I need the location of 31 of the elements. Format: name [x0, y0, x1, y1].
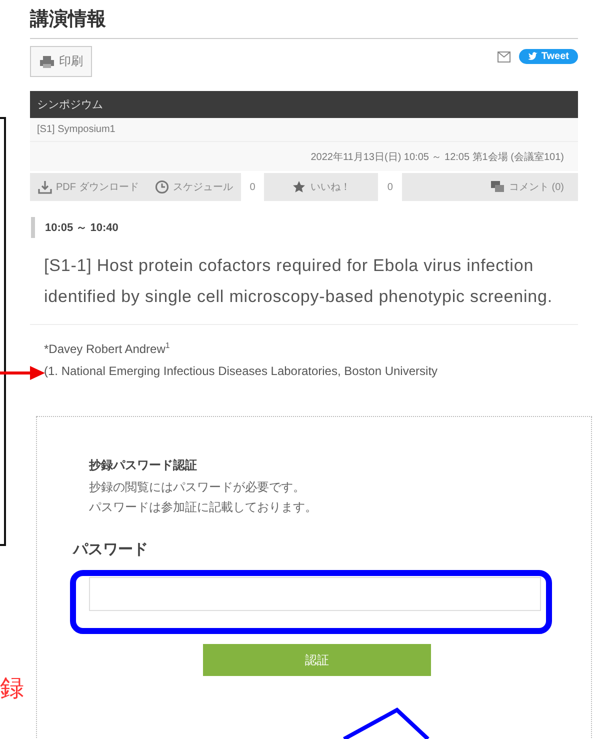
schedule-button[interactable]: スケジュール — [146, 173, 241, 201]
panel-title: 抄録パスワード認証 — [89, 457, 198, 474]
session-name: [S1] Symposium1 — [30, 118, 578, 142]
printer-icon — [39, 54, 55, 68]
comment-button[interactable]: コメント (0) — [476, 173, 578, 201]
download-button[interactable]: PDF ダウンロード — [30, 173, 147, 201]
password-field[interactable] — [89, 577, 541, 611]
time-range: 10:05 ～ 10:40 — [31, 217, 578, 238]
star-icon — [292, 180, 306, 194]
annotation-text: 録 — [0, 673, 24, 704]
print-button[interactable]: 印刷 — [30, 46, 92, 77]
session-datetime: 2022年11月13日(日) 10:05 ～ 12:05 第1会場 (会議室101) — [30, 142, 578, 171]
bird-icon — [528, 52, 538, 61]
comment-icon — [490, 180, 505, 194]
count-label: 0 — [240, 173, 264, 201]
author-name: *Davey Robert Andrew$^{1}$ — [44, 341, 171, 356]
submit-button[interactable]: 認証 — [203, 644, 431, 676]
section-heading: 講演情報 — [30, 6, 578, 39]
instruction-text: パスワードは参加証に記載しております。 — [89, 499, 318, 516]
instruction-text: 抄録の閲覧にはパスワードが必要です。 — [89, 479, 306, 496]
arrow — [0, 366, 45, 380]
download-icon — [38, 180, 52, 194]
mail-icon[interactable] — [497, 50, 512, 62]
like-button[interactable]: いいね！ — [264, 173, 378, 201]
clock-icon — [154, 180, 169, 194]
affiliation: (1. National Emerging Infectious Diseases Laboratories, Boston University — [44, 364, 439, 378]
lecture-title: [S1-1] Host protein cofactors required for Ebola virus infection identified by single cell microscopy-based phenotypic screening. — [30, 250, 578, 325]
category-bar: シンポジウム — [30, 91, 578, 118]
tweet-button[interactable]: Tweet — [519, 49, 578, 64]
count-label: 0 — [378, 173, 402, 201]
field-label: パスワード — [73, 540, 149, 559]
